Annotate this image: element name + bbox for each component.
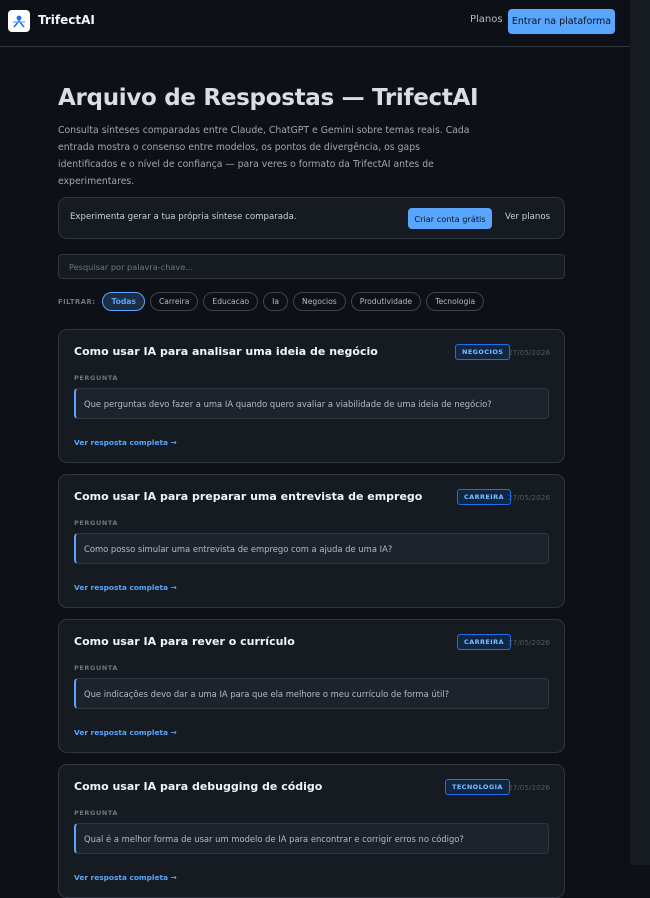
create-account-button[interactable]: Criar conta grátis bbox=[408, 208, 492, 229]
filter-chip-educacao[interactable]: Educacao bbox=[203, 292, 259, 311]
category-badge: NEGOCIOS bbox=[455, 344, 511, 360]
filter-label: FILTRAR: bbox=[58, 297, 96, 306]
card-title[interactable]: Como usar IA para debugging de código bbox=[74, 780, 322, 793]
question-text: Qual é a melhor forma de usar um modelo … bbox=[74, 823, 549, 854]
archive-card: Como usar IA para analisar uma ideia de … bbox=[58, 329, 565, 463]
page-scrollbar-rail[interactable] bbox=[630, 0, 650, 865]
card-date: 27/05/2026 bbox=[507, 493, 550, 502]
signup-cta-panel: Experimenta gerar a tua própria síntese … bbox=[58, 197, 565, 239]
login-platform-button[interactable]: Entrar na plataforma bbox=[508, 9, 615, 34]
category-badge: CARREIRA bbox=[457, 634, 511, 650]
page-title: Arquivo de Respostas — TrifectAI bbox=[58, 85, 479, 111]
card-title[interactable]: Como usar IA para analisar uma ideia de … bbox=[74, 345, 378, 358]
filter-chip-negocios[interactable]: Negocios bbox=[293, 292, 346, 311]
filter-chip-ia[interactable]: Ia bbox=[263, 292, 289, 311]
trifectai-logo-icon[interactable] bbox=[8, 10, 30, 32]
view-full-answer-link[interactable]: Ver resposta completa → bbox=[74, 873, 177, 882]
archive-card: Como usar IA para preparar uma entrevist… bbox=[58, 474, 565, 608]
card-title[interactable]: Como usar IA para rever o currículo bbox=[74, 635, 295, 648]
archive-card: Como usar IA para debugging de código TE… bbox=[58, 764, 565, 898]
question-label: PERGUNTA bbox=[74, 664, 119, 672]
category-badge: CARREIRA bbox=[457, 489, 511, 505]
view-full-answer-link[interactable]: Ver resposta completa → bbox=[74, 583, 177, 592]
card-date: 27/05/2026 bbox=[507, 783, 550, 792]
question-text: Como posso simular uma entrevista de emp… bbox=[74, 533, 549, 564]
filter-chip-todas[interactable]: Todas bbox=[102, 292, 145, 311]
question-text: Que perguntas devo fazer a uma IA quando… bbox=[74, 388, 549, 419]
filter-bar: FILTRAR: Todas Carreira Educacao Ia Nego… bbox=[58, 292, 489, 311]
filter-chip-tecnologia[interactable]: Tecnologia bbox=[426, 292, 485, 311]
view-full-answer-link[interactable]: Ver resposta completa → bbox=[74, 728, 177, 737]
question-text: Que indicações devo dar a uma IA para qu… bbox=[74, 678, 549, 709]
cta-text: Experimenta gerar a tua própria síntese … bbox=[70, 212, 297, 222]
filter-chip-produtividade[interactable]: Produtividade bbox=[350, 292, 422, 311]
archive-card: Como usar IA para rever o currículo CARR… bbox=[58, 619, 565, 753]
card-title[interactable]: Como usar IA para preparar uma entrevist… bbox=[74, 490, 422, 503]
filter-chip-carreira[interactable]: Carreira bbox=[149, 292, 199, 311]
card-date: 27/05/2026 bbox=[507, 638, 550, 647]
view-full-answer-link[interactable]: Ver resposta completa → bbox=[74, 438, 177, 447]
card-date: 27/05/2026 bbox=[507, 348, 550, 357]
top-navbar: TrifectAI Planos Entrar na plataforma bbox=[0, 0, 630, 47]
brand-name[interactable]: TrifectAI bbox=[38, 13, 95, 27]
nav-plans-link[interactable]: Planos bbox=[470, 14, 503, 25]
question-label: PERGUNTA bbox=[74, 374, 119, 382]
question-label: PERGUNTA bbox=[74, 519, 119, 527]
question-label: PERGUNTA bbox=[74, 809, 119, 817]
page-intro: Consulta sínteses comparadas entre Claud… bbox=[58, 125, 470, 187]
category-badge: TECNOLOGIA bbox=[445, 779, 510, 795]
view-plans-link[interactable]: Ver planos bbox=[505, 212, 550, 222]
search-input[interactable] bbox=[58, 254, 565, 279]
